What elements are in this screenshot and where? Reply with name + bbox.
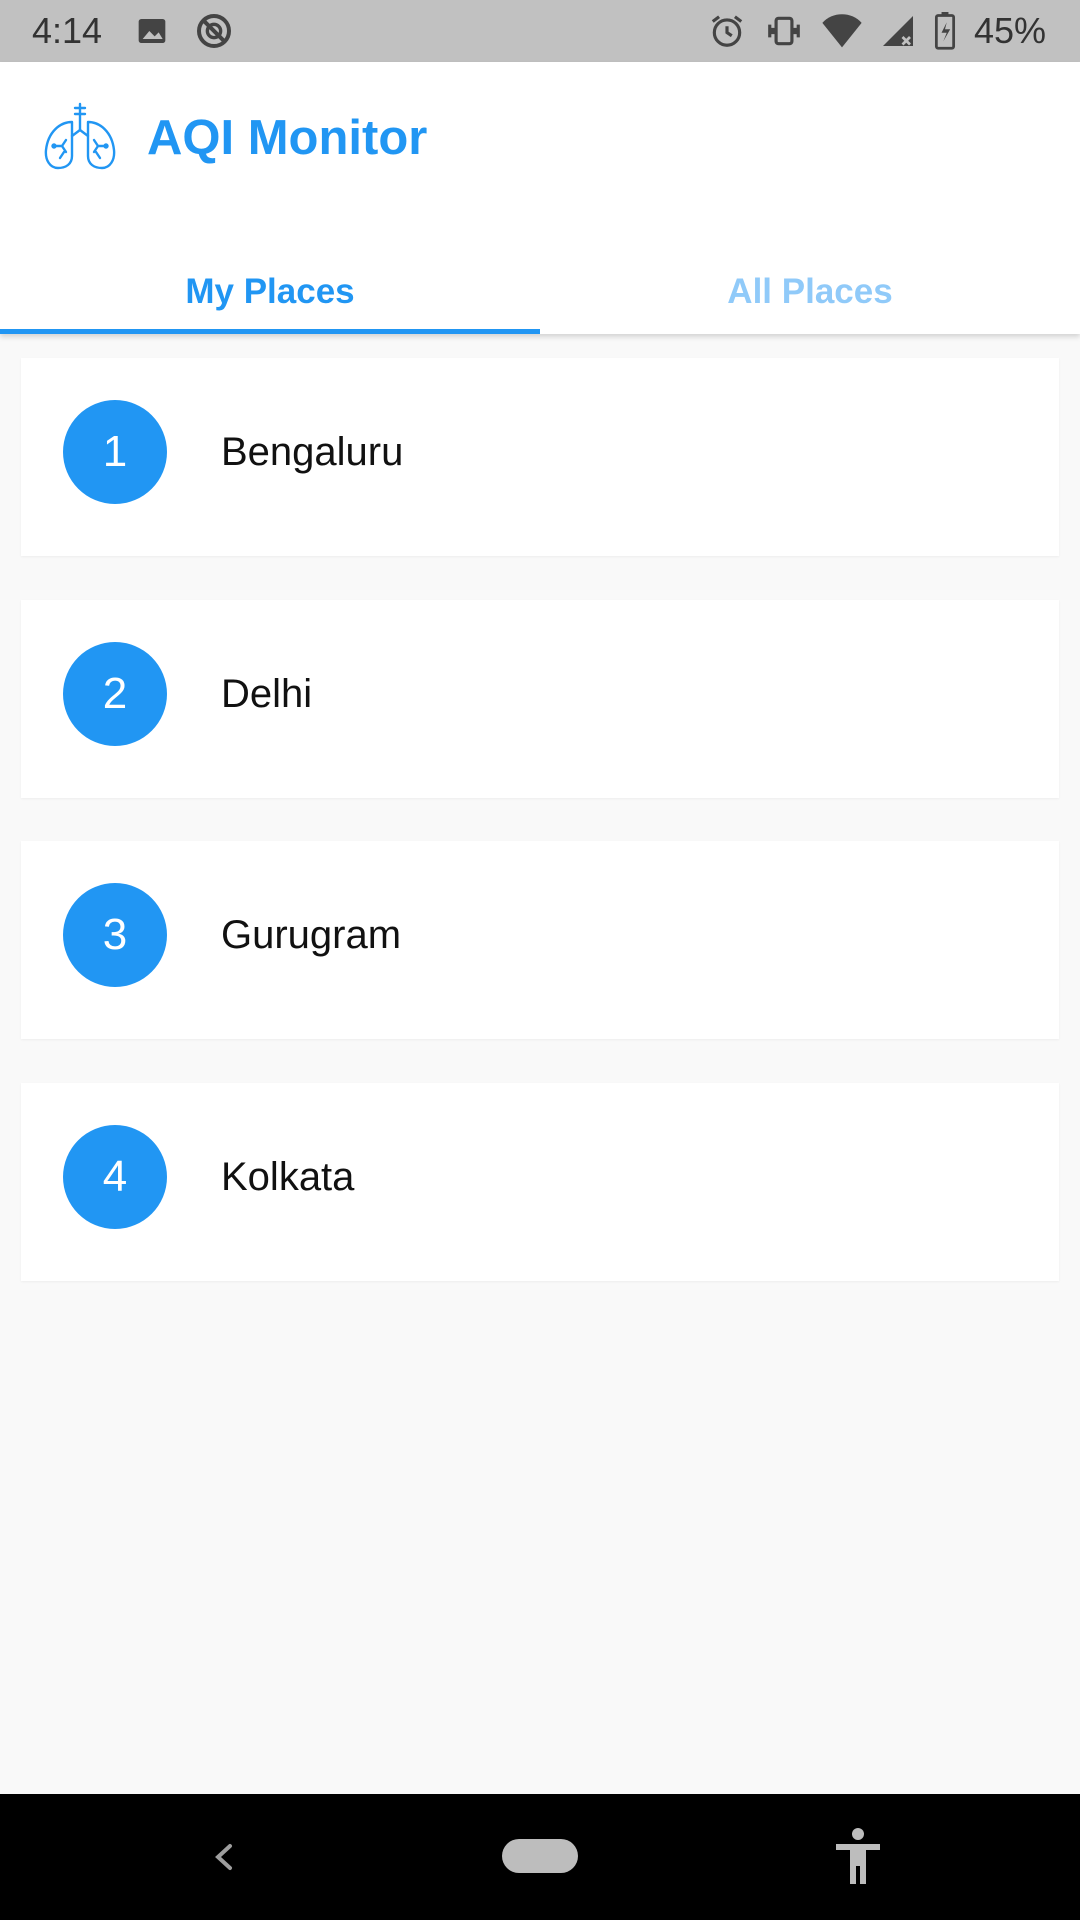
status-time: 4:14 [32, 10, 103, 51]
home-pill-icon[interactable] [502, 1839, 578, 1873]
tab-bar: My Places All Places [0, 250, 1080, 334]
rank-badge: 3 [63, 883, 167, 987]
status-left: 4:14 [32, 0, 260, 62]
wifi-icon [822, 13, 862, 49]
place-name: Delhi [221, 672, 313, 716]
do-not-disturb-icon [194, 11, 234, 51]
lungs-icon [42, 100, 118, 176]
place-name: Bengaluru [221, 430, 404, 474]
rank-badge: 1 [63, 400, 167, 504]
tab-my-places[interactable]: My Places [0, 250, 540, 334]
back-icon[interactable] [200, 1832, 250, 1882]
app-bar: AQI Monitor My Places All Places [0, 62, 1080, 334]
battery-icon [934, 12, 956, 50]
battery-percentage: 45% [973, 10, 1046, 51]
moon-icon[interactable] [976, 106, 1040, 170]
rank-badge: 4 [63, 1125, 167, 1229]
image-icon [136, 15, 168, 47]
accessibility-icon[interactable] [830, 1826, 886, 1886]
place-name: Kolkata [221, 1155, 355, 1199]
vibrate-icon [764, 12, 804, 50]
list-item[interactable]: 2 Delhi [21, 600, 1059, 798]
list-item[interactable]: 1 Bengaluru [21, 358, 1059, 556]
app-title: AQI Monitor [147, 111, 428, 165]
rank-badge: 2 [63, 642, 167, 746]
place-name: Gurugram [221, 913, 402, 957]
tab-all-places[interactable]: All Places [540, 250, 1080, 334]
signal-icon [880, 13, 916, 49]
alarm-icon [708, 12, 746, 50]
list-item[interactable]: 4 Kolkata [21, 1083, 1059, 1281]
status-right: 45% [708, 0, 1046, 62]
system-nav-bar [0, 1794, 1080, 1920]
list-item[interactable]: 3 Gurugram [21, 841, 1059, 1039]
tab-indicator [0, 329, 540, 334]
screen: 4:14 45% AQI Monitor My Places All Place… [0, 0, 1080, 1920]
status-bar: 4:14 45% [0, 0, 1080, 62]
